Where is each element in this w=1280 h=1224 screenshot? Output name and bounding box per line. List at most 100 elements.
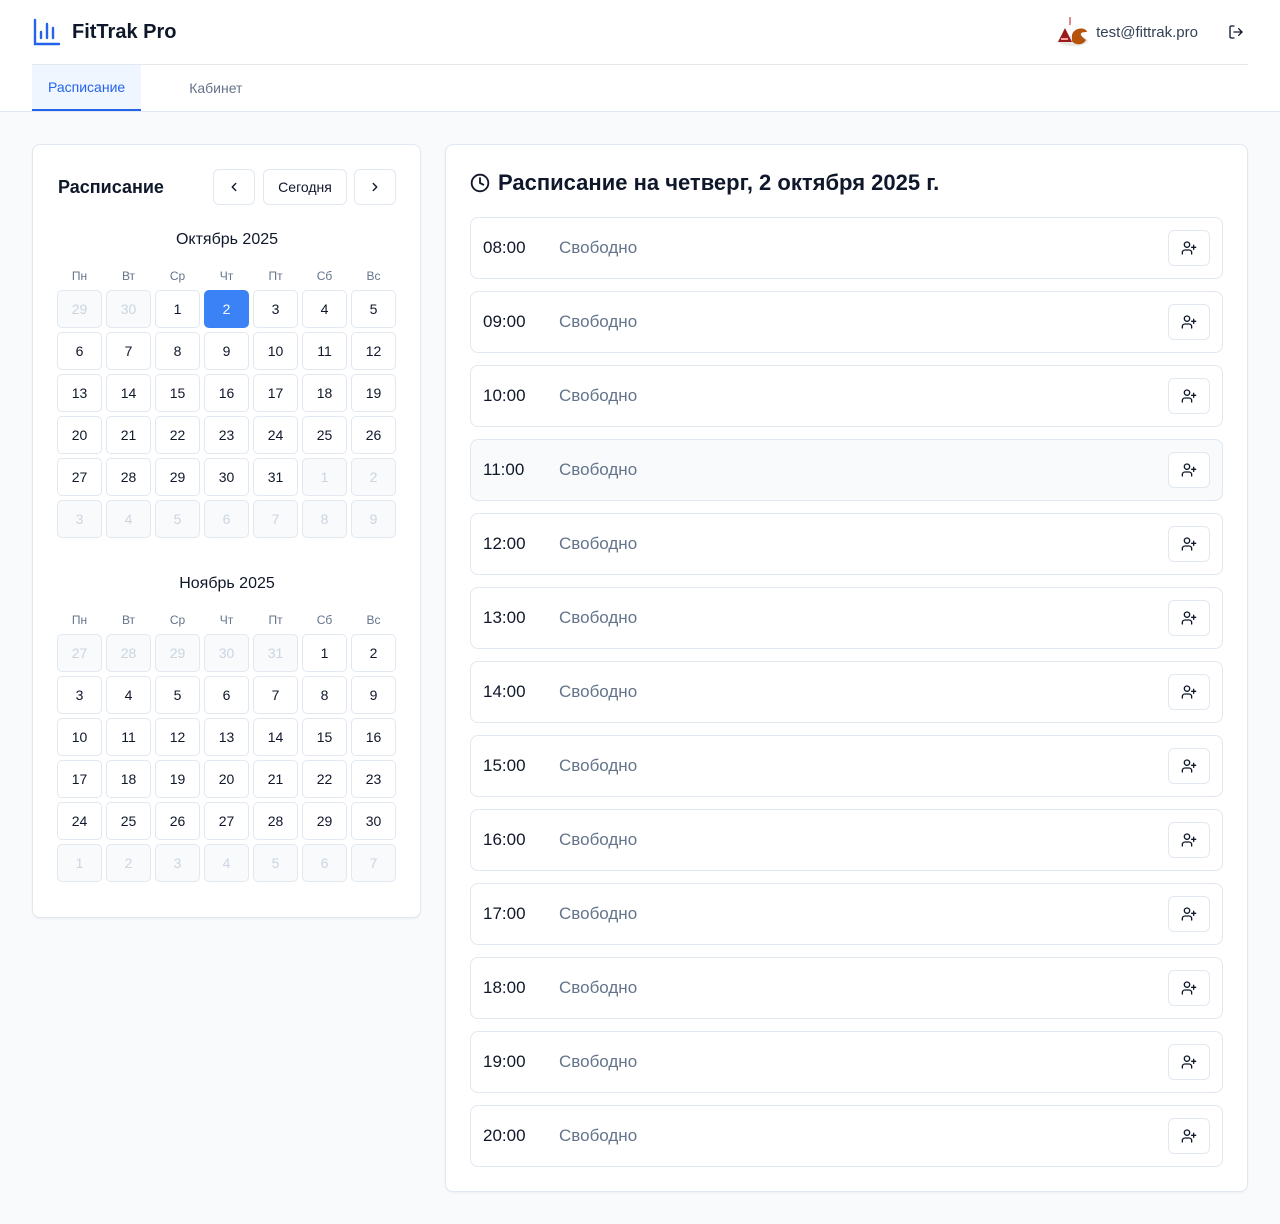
- calendar-day[interactable]: 29: [302, 802, 347, 840]
- calendar-day[interactable]: 4: [106, 676, 151, 714]
- tab-cabinet[interactable]: Кабинет: [173, 65, 258, 111]
- calendar-day[interactable]: 28: [106, 634, 151, 672]
- calendar-day[interactable]: 26: [155, 802, 200, 840]
- calendar-day[interactable]: 6: [57, 332, 102, 370]
- calendar-day[interactable]: 4: [302, 290, 347, 328]
- calendar-day[interactable]: 13: [204, 718, 249, 756]
- calendar-day[interactable]: 9: [351, 500, 396, 538]
- calendar-day[interactable]: 12: [351, 332, 396, 370]
- calendar-day[interactable]: 29: [155, 634, 200, 672]
- calendar-day[interactable]: 18: [106, 760, 151, 798]
- calendar-day[interactable]: 7: [351, 844, 396, 882]
- calendar-day[interactable]: 26: [351, 416, 396, 454]
- calendar-day[interactable]: 29: [57, 290, 102, 328]
- add-client-button[interactable]: [1168, 896, 1210, 932]
- calendar-day[interactable]: 1: [155, 290, 200, 328]
- calendar-day[interactable]: 9: [204, 332, 249, 370]
- add-client-button[interactable]: [1168, 1044, 1210, 1080]
- calendar-day[interactable]: 6: [302, 844, 347, 882]
- calendar-day[interactable]: 3: [57, 500, 102, 538]
- calendar-day[interactable]: 5: [351, 290, 396, 328]
- calendar-day[interactable]: 27: [204, 802, 249, 840]
- calendar-day[interactable]: 30: [351, 802, 396, 840]
- calendar-day[interactable]: 1: [302, 634, 347, 672]
- calendar-day[interactable]: 8: [302, 500, 347, 538]
- calendar-day[interactable]: 13: [57, 374, 102, 412]
- add-client-button[interactable]: [1168, 674, 1210, 710]
- add-client-button[interactable]: [1168, 230, 1210, 266]
- today-button[interactable]: Сегодня: [263, 169, 347, 205]
- calendar-day[interactable]: 22: [155, 416, 200, 454]
- calendar-day[interactable]: 19: [351, 374, 396, 412]
- calendar-day[interactable]: 8: [155, 332, 200, 370]
- next-month-button[interactable]: [354, 169, 396, 205]
- add-client-button[interactable]: [1168, 378, 1210, 414]
- calendar-day[interactable]: 25: [106, 802, 151, 840]
- calendar-day[interactable]: 30: [204, 634, 249, 672]
- calendar-day[interactable]: 5: [155, 500, 200, 538]
- calendar-day[interactable]: 1: [302, 458, 347, 496]
- calendar-day[interactable]: 31: [253, 458, 298, 496]
- tab-schedule[interactable]: Расписание: [32, 65, 142, 111]
- add-client-button[interactable]: [1168, 304, 1210, 340]
- calendar-day[interactable]: 22: [302, 760, 347, 798]
- calendar-day[interactable]: 5: [253, 844, 298, 882]
- calendar-day[interactable]: 10: [57, 718, 102, 756]
- calendar-day[interactable]: 1: [57, 844, 102, 882]
- calendar-day[interactable]: 30: [204, 458, 249, 496]
- calendar-day[interactable]: 31: [253, 634, 298, 672]
- calendar-day[interactable]: 7: [253, 500, 298, 538]
- calendar-day[interactable]: 20: [204, 760, 249, 798]
- calendar-day[interactable]: 6: [204, 676, 249, 714]
- calendar-day[interactable]: 11: [302, 332, 347, 370]
- calendar-day[interactable]: 18: [302, 374, 347, 412]
- calendar-day[interactable]: 21: [106, 416, 151, 454]
- calendar-day[interactable]: 24: [57, 802, 102, 840]
- calendar-day[interactable]: 9: [351, 676, 396, 714]
- calendar-day[interactable]: 17: [253, 374, 298, 412]
- add-client-button[interactable]: [1168, 1118, 1210, 1154]
- calendar-day[interactable]: 4: [204, 844, 249, 882]
- add-client-button[interactable]: [1168, 970, 1210, 1006]
- prev-month-button[interactable]: [213, 169, 255, 205]
- calendar-day[interactable]: 8: [302, 676, 347, 714]
- calendar-day[interactable]: 2: [106, 844, 151, 882]
- calendar-day[interactable]: 6: [204, 500, 249, 538]
- calendar-day[interactable]: 14: [106, 374, 151, 412]
- calendar-day[interactable]: 27: [57, 458, 102, 496]
- calendar-day[interactable]: 5: [155, 676, 200, 714]
- calendar-day-selected[interactable]: 2: [204, 290, 249, 328]
- calendar-day[interactable]: 16: [351, 718, 396, 756]
- calendar-day[interactable]: 23: [204, 416, 249, 454]
- calendar-day[interactable]: 12: [155, 718, 200, 756]
- calendar-day[interactable]: 24: [253, 416, 298, 454]
- calendar-day[interactable]: 23: [351, 760, 396, 798]
- calendar-day[interactable]: 28: [106, 458, 151, 496]
- calendar-day[interactable]: 14: [253, 718, 298, 756]
- calendar-day[interactable]: 29: [155, 458, 200, 496]
- calendar-day[interactable]: 3: [57, 676, 102, 714]
- add-client-button[interactable]: [1168, 748, 1210, 784]
- calendar-day[interactable]: 7: [106, 332, 151, 370]
- calendar-day[interactable]: 27: [57, 634, 102, 672]
- calendar-day[interactable]: 20: [57, 416, 102, 454]
- calendar-day[interactable]: 17: [57, 760, 102, 798]
- calendar-day[interactable]: 16: [204, 374, 249, 412]
- calendar-day[interactable]: 4: [106, 500, 151, 538]
- calendar-day[interactable]: 3: [155, 844, 200, 882]
- add-client-button[interactable]: [1168, 452, 1210, 488]
- add-client-button[interactable]: [1168, 822, 1210, 858]
- add-client-button[interactable]: [1168, 600, 1210, 636]
- calendar-day[interactable]: 2: [351, 458, 396, 496]
- logout-button[interactable]: [1224, 20, 1248, 44]
- calendar-day[interactable]: 19: [155, 760, 200, 798]
- calendar-day[interactable]: 2: [351, 634, 396, 672]
- add-client-button[interactable]: [1168, 526, 1210, 562]
- calendar-day[interactable]: 7: [253, 676, 298, 714]
- avatar[interactable]: [1056, 15, 1090, 49]
- calendar-day[interactable]: 15: [302, 718, 347, 756]
- calendar-day[interactable]: 11: [106, 718, 151, 756]
- calendar-day[interactable]: 3: [253, 290, 298, 328]
- calendar-day[interactable]: 30: [106, 290, 151, 328]
- calendar-day[interactable]: 10: [253, 332, 298, 370]
